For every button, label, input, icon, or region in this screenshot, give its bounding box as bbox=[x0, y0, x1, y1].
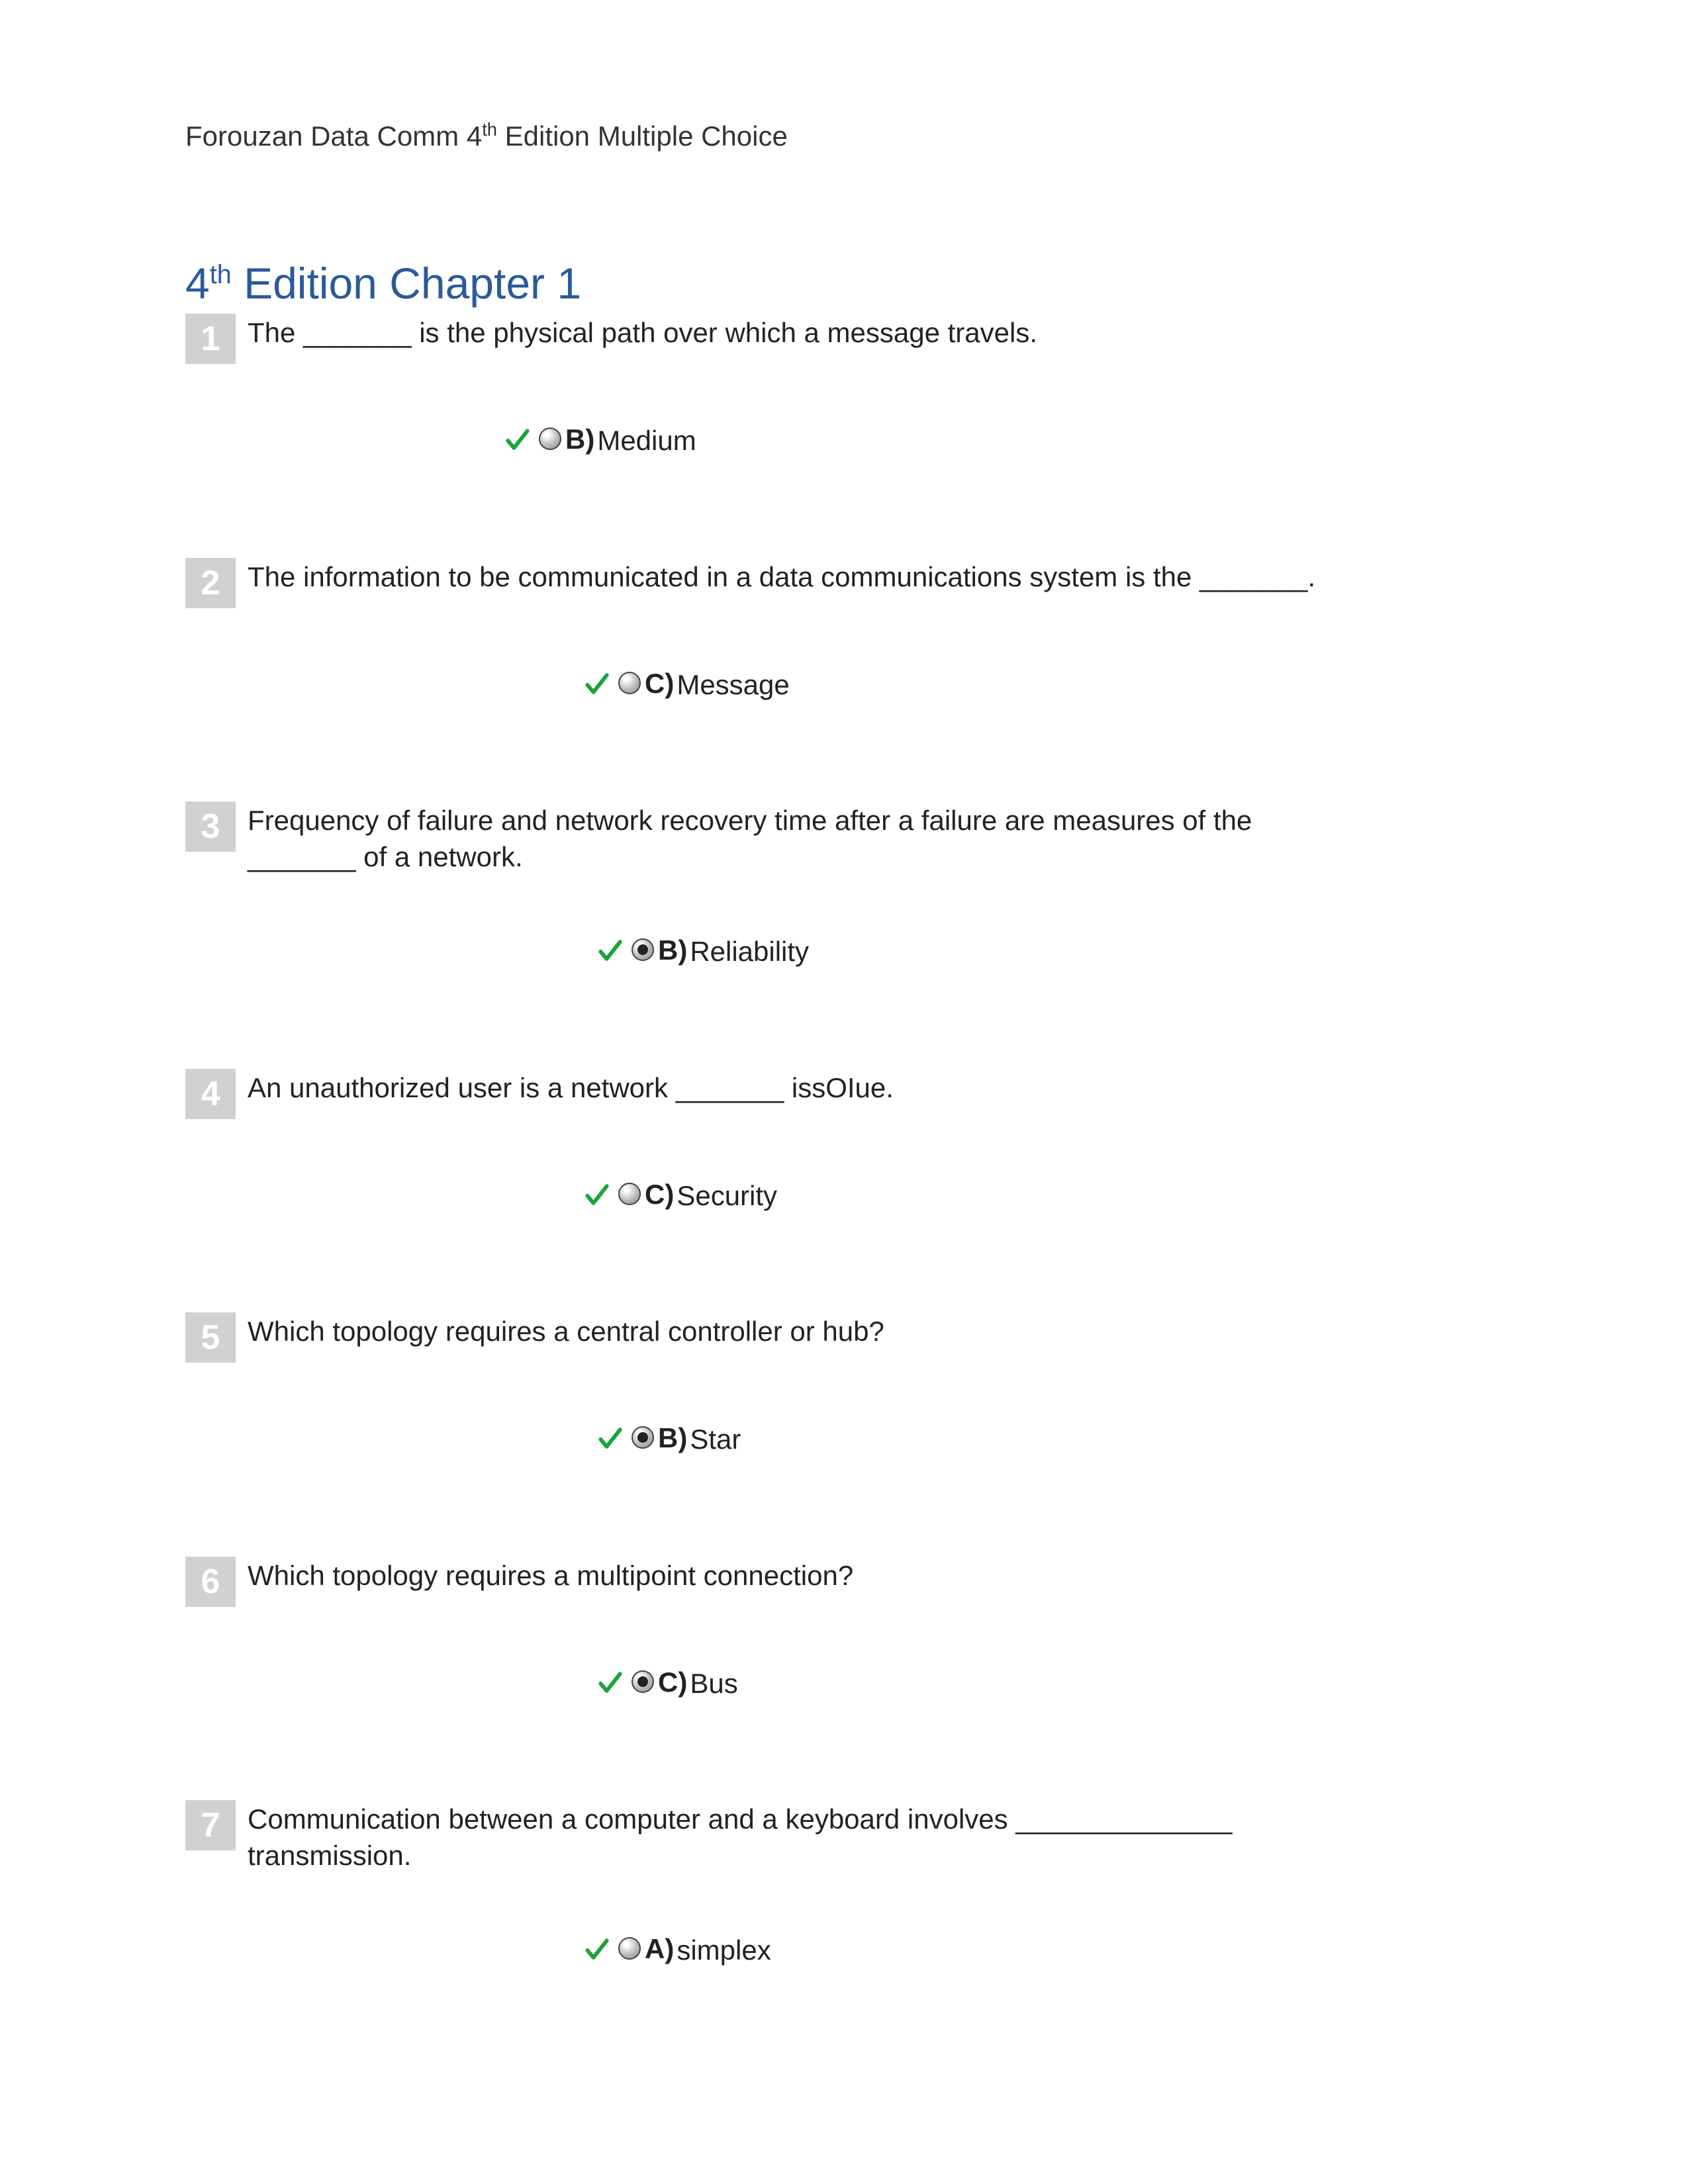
radio-button[interactable] bbox=[618, 1183, 641, 1205]
question-text: The information to be communicated in a … bbox=[248, 558, 1315, 596]
answer-row: B)Medium bbox=[185, 424, 1503, 459]
question-row: 6 Which topology requires a multipoint co… bbox=[185, 1557, 1503, 1607]
question-number-box: 3 bbox=[185, 801, 236, 852]
answer-letter: B) bbox=[565, 424, 594, 455]
check-icon bbox=[583, 669, 612, 698]
answer-text: simplex bbox=[677, 1933, 771, 1968]
answer-row: A)simplex bbox=[185, 1933, 1503, 1968]
question-row: 1 The _______ is the physical path over w… bbox=[185, 314, 1503, 364]
question-block: 6 Which topology requires a multipoint co… bbox=[185, 1557, 1503, 1702]
answer-text: Message bbox=[677, 668, 789, 703]
answer-letter: C) bbox=[658, 1666, 687, 1698]
question-block: 4 An unauthorized user is a network _____… bbox=[185, 1069, 1503, 1214]
answer-letter: C) bbox=[645, 668, 674, 700]
question-row: 5 Which topology requires a central contr… bbox=[185, 1312, 1503, 1363]
answer-text: Bus bbox=[690, 1666, 737, 1702]
question-text: Frequency of failure and network recover… bbox=[248, 801, 1320, 875]
chapter-sup: th bbox=[210, 260, 232, 289]
answer-letter: B) bbox=[658, 1422, 687, 1454]
check-icon bbox=[596, 1668, 625, 1697]
radio-button[interactable] bbox=[632, 938, 654, 961]
question-number-box: 1 bbox=[185, 314, 236, 364]
question-number-box: 6 bbox=[185, 1557, 236, 1607]
header-suffix: Edition Multiple Choice bbox=[497, 120, 788, 152]
header-prefix: Forouzan Data Comm 4 bbox=[185, 120, 482, 152]
question-text: Which topology requires a central contro… bbox=[248, 1312, 884, 1350]
questions-container: 1 The _______ is the physical path over w… bbox=[185, 314, 1503, 1968]
answer-letter: A) bbox=[645, 1933, 674, 1965]
question-text: The _______ is the physical path over wh… bbox=[248, 314, 1037, 351]
question-text: An unauthorized user is a network ______… bbox=[248, 1069, 894, 1107]
check-icon bbox=[503, 425, 532, 454]
chapter-suffix: Edition Chapter 1 bbox=[232, 259, 581, 308]
chapter-title: 4th Edition Chapter 1 bbox=[185, 258, 1503, 308]
check-icon bbox=[596, 1424, 625, 1453]
question-number-box: 2 bbox=[185, 558, 236, 608]
check-icon bbox=[596, 936, 625, 965]
radio-button[interactable] bbox=[632, 1670, 654, 1693]
radio-button[interactable] bbox=[618, 1937, 641, 1960]
question-number-box: 5 bbox=[185, 1312, 236, 1363]
question-row: 7Communication between a computer and a … bbox=[185, 1800, 1503, 1874]
question-block: 7Communication between a computer and a … bbox=[185, 1800, 1503, 1968]
question-row: 2 The information to be communicated in a… bbox=[185, 558, 1503, 608]
answer-row: C)Bus bbox=[185, 1666, 1503, 1702]
question-text: Communication between a computer and a k… bbox=[248, 1800, 1320, 1874]
answer-row: C)Security bbox=[185, 1179, 1503, 1214]
answer-letter: B) bbox=[658, 934, 687, 966]
question-block: 3Frequency of failure and network recove… bbox=[185, 801, 1503, 970]
radio-button[interactable] bbox=[618, 672, 641, 694]
answer-row: B)Reliability bbox=[185, 934, 1503, 970]
check-icon bbox=[583, 1934, 612, 1964]
answer-row: C)Message bbox=[185, 668, 1503, 703]
answer-text: Medium bbox=[597, 424, 696, 459]
radio-button[interactable] bbox=[632, 1426, 654, 1449]
question-number-box: 7 bbox=[185, 1800, 236, 1850]
radio-button[interactable] bbox=[539, 428, 561, 450]
page-header: Forouzan Data Comm 4th Edition Multiple … bbox=[185, 119, 1503, 152]
question-text: Which topology requires a multipoint con… bbox=[248, 1557, 853, 1594]
question-number-box: 4 bbox=[185, 1069, 236, 1119]
chapter-prefix: 4 bbox=[185, 259, 210, 308]
answer-text: Reliability bbox=[690, 934, 809, 970]
answer-letter: C) bbox=[645, 1179, 674, 1210]
answer-row: B)Star bbox=[185, 1422, 1503, 1457]
question-block: 1 The _______ is the physical path over w… bbox=[185, 314, 1503, 459]
question-block: 2 The information to be communicated in a… bbox=[185, 558, 1503, 703]
question-row: 3Frequency of failure and network recove… bbox=[185, 801, 1503, 875]
answer-text: Security bbox=[677, 1179, 777, 1214]
question-row: 4 An unauthorized user is a network _____… bbox=[185, 1069, 1503, 1119]
question-block: 5 Which topology requires a central contr… bbox=[185, 1312, 1503, 1457]
answer-text: Star bbox=[690, 1422, 741, 1457]
check-icon bbox=[583, 1180, 612, 1209]
header-sup: th bbox=[482, 119, 497, 140]
